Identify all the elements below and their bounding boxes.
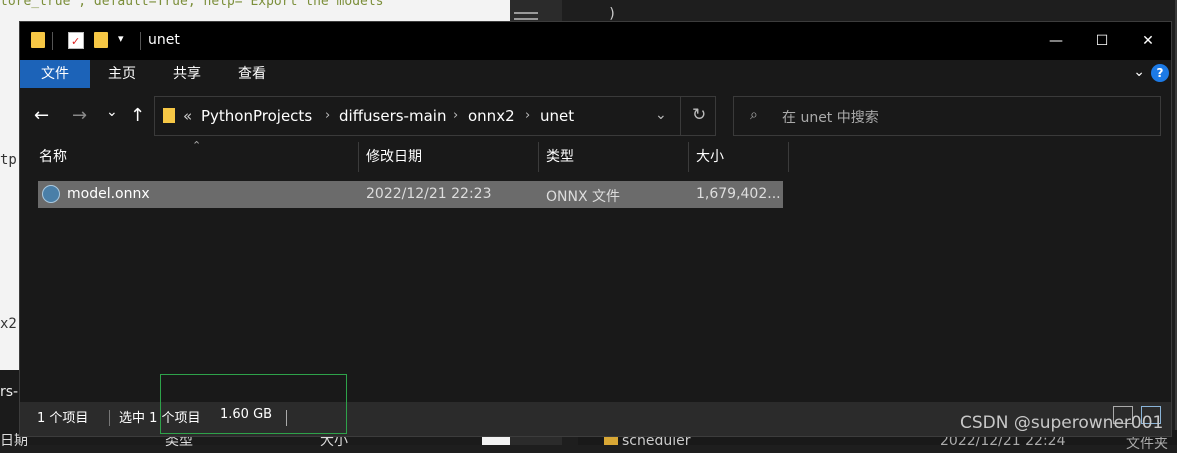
- minimize-button[interactable]: —: [1033, 22, 1079, 60]
- onnx-file-icon: [42, 185, 60, 203]
- background-fragment: tp: [0, 152, 17, 168]
- background-code-paren: ): [608, 6, 617, 22]
- refresh-button[interactable]: ↻: [692, 105, 706, 125]
- breadcrumb-item[interactable]: PythonProjects: [201, 107, 312, 125]
- breadcrumb-item[interactable]: onnx2: [468, 107, 515, 125]
- tab-view[interactable]: 查看: [220, 60, 284, 88]
- folder-icon: [163, 108, 175, 123]
- background-fragment: x2: [0, 316, 17, 332]
- file-date: 2022/12/21 22:23: [366, 186, 492, 202]
- file-type: ONNX 文件: [546, 189, 621, 205]
- back-button[interactable]: ←: [34, 105, 49, 126]
- tab-share[interactable]: 共享: [154, 60, 220, 88]
- breadcrumb-item[interactable]: diffusers-main: [339, 107, 446, 125]
- close-button[interactable]: ✕: [1125, 22, 1171, 60]
- new-folder-icon[interactable]: [94, 32, 108, 48]
- background-code-line: tore_true', default=True, help='Export t…: [0, 0, 392, 9]
- folder-icon: [604, 436, 618, 445]
- tab-home[interactable]: 主页: [90, 60, 154, 88]
- breadcrumb-overflow[interactable]: «: [183, 107, 192, 125]
- properties-icon[interactable]: ✓: [68, 32, 84, 49]
- column-header-size[interactable]: 大小: [696, 146, 724, 174]
- expand-ribbon-icon[interactable]: ⌄: [1133, 64, 1145, 80]
- folder-icon: [31, 32, 45, 48]
- maximize-button[interactable]: ☐: [1079, 22, 1125, 60]
- navigation-bar: ← → ⌄ ↑ « PythonProjects › diffusers-mai…: [20, 88, 1171, 146]
- window-title: unet: [148, 32, 180, 48]
- forward-button[interactable]: →: [72, 105, 87, 126]
- item-count: 1 个项目: [37, 411, 89, 426]
- customize-quick-access-icon[interactable]: ▾: [118, 32, 124, 45]
- address-bar[interactable]: « PythonProjects › diffusers-main › onnx…: [154, 96, 716, 136]
- ribbon-tabs: 文件 主页 共享 查看 ⌄ ?: [20, 60, 1171, 88]
- search-icon: ⌕: [750, 107, 758, 123]
- table-row[interactable]: model.onnx 2022/12/21 22:23 ONNX 文件 1,67…: [38, 181, 783, 208]
- breadcrumb-separator-icon[interactable]: ›: [525, 108, 530, 123]
- sort-indicator-icon: ⌃: [192, 139, 202, 152]
- background-fragment: rs-: [0, 384, 19, 400]
- column-header-type[interactable]: 类型: [546, 146, 574, 174]
- help-icon[interactable]: ?: [1151, 64, 1169, 82]
- recent-locations-button[interactable]: ⌄: [106, 104, 118, 120]
- highlight-box: [160, 374, 347, 434]
- column-header-name[interactable]: 名称: [39, 146, 67, 174]
- title-bar: ✓ ▾ unet — ☐ ✕: [20, 22, 1171, 60]
- search-input[interactable]: 在 unet 中搜索: [782, 107, 879, 127]
- up-button[interactable]: ↑: [130, 105, 145, 126]
- address-dropdown-icon[interactable]: ⌄: [655, 107, 667, 123]
- breadcrumb-item[interactable]: unet: [540, 107, 574, 125]
- tab-file[interactable]: 文件: [20, 60, 90, 88]
- column-header-date[interactable]: 修改日期: [366, 146, 422, 174]
- search-box[interactable]: ⌕ 在 unet 中搜索: [733, 96, 1161, 136]
- breadcrumb-separator-icon[interactable]: ›: [325, 108, 330, 123]
- watermark: CSDN @superowner001: [960, 413, 1164, 433]
- file-name: model.onnx: [67, 186, 150, 202]
- breadcrumb-separator-icon[interactable]: ›: [453, 108, 458, 123]
- file-size: 1,679,402...: [696, 186, 781, 202]
